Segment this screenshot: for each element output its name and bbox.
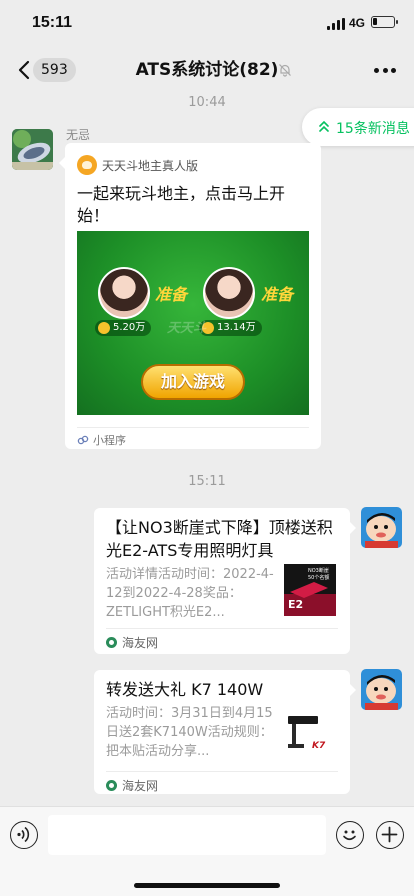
article-source: 海友网 [122,779,159,793]
article-source: 海友网 [122,636,159,650]
article-description: 活动时间：3月31日到4月15日送2套K7140W活动规则：把本贴活动分享... [106,706,273,759]
ready-label-right: 准备 [261,285,294,304]
source-logo-icon [106,637,117,648]
article-thumbnail: K7 [284,706,336,758]
mini-program-label: 小程序 [93,434,126,447]
home-indicator [134,883,280,888]
emoji-button[interactable] [336,821,364,849]
article-card[interactable]: 转发送大礼 K7 140W 活动时间：3月31日到4月15日送2套K7140W活… [94,670,356,794]
battery-level [373,18,377,25]
thumb-text: E2 [288,598,303,611]
new-messages-button[interactable]: 15条新消息 [302,108,414,146]
sender-name: 无忌 [66,128,91,142]
sender-avatar[interactable] [12,129,53,170]
thumb-text: K7 [312,741,326,751]
signal-icon [327,18,345,30]
chat-header: 593 ATS系统讨论(82) [0,46,414,94]
join-game-button[interactable]: 加入游戏 [141,364,245,400]
more-options-icon[interactable] [374,68,396,73]
article-title: 转发送大礼 K7 140W [106,680,264,699]
article-card[interactable]: 【让NO3断崖式下降】顶楼送积光E2-ATS专用照明灯具 活动详情活动时间：20… [94,508,356,654]
divider [106,771,338,772]
voice-icon [17,826,30,843]
message-timestamp: 15:11 [188,474,226,489]
smiley-icon [343,830,356,841]
divider [77,427,309,428]
coin-icon [98,322,110,334]
mini-program-icon [77,435,89,445]
game-watermark: 天天斗 [167,321,207,336]
ready-label-left: 准备 [155,285,188,304]
voice-input-button[interactable] [10,821,38,849]
mute-bell-icon [279,64,291,77]
more-actions-button[interactable] [376,821,404,849]
article-title: 【让NO3断崖式下降】顶楼送积光E2-ATS专用照明灯具 [106,518,333,560]
message-input[interactable] [48,815,326,855]
article-thumbnail: NO3断崖 50个名额 E2 [284,564,336,616]
thumb-text: NO3断崖 [308,567,329,574]
input-bar [0,806,414,896]
source-logo-icon [106,780,117,791]
status-time: 15:11 [32,14,73,31]
thumb-text: 50个名额 [308,574,329,581]
battery-icon [371,16,398,28]
article-description: 活动详情活动时间：2022-4-12到2022-4-28奖品：ZETLIGHT积… [106,567,274,620]
coins-left: 5.20万 [95,320,152,336]
my-avatar[interactable] [361,669,402,710]
player-avatar-left [98,267,150,319]
game-logo-icon [77,155,97,175]
player-avatar-right [203,267,255,319]
status-bar: 15:11 4G [0,0,414,46]
plus-icon [381,826,398,843]
new-messages-label: 15条新消息 [336,121,410,137]
mini-program-title: 一起来玩斗地主，点击马上开始！ [77,184,286,225]
double-chevron-up-icon [319,120,329,132]
game-preview-image: 准备 5.20万 准备 13.14万 天天斗 加入游戏 [77,231,309,415]
network-type: 4G [349,16,366,30]
divider [106,628,338,629]
unread-count-badge[interactable]: 593 [33,58,76,82]
mini-program-name: 天天斗地主真人版 [102,159,199,173]
my-avatar[interactable] [361,507,402,548]
mini-program-card[interactable]: 天天斗地主真人版 一起来玩斗地主，点击马上开始！ 准备 5.20万 准备 13.… [59,143,321,449]
coins-right: 13.14万 [199,320,262,336]
